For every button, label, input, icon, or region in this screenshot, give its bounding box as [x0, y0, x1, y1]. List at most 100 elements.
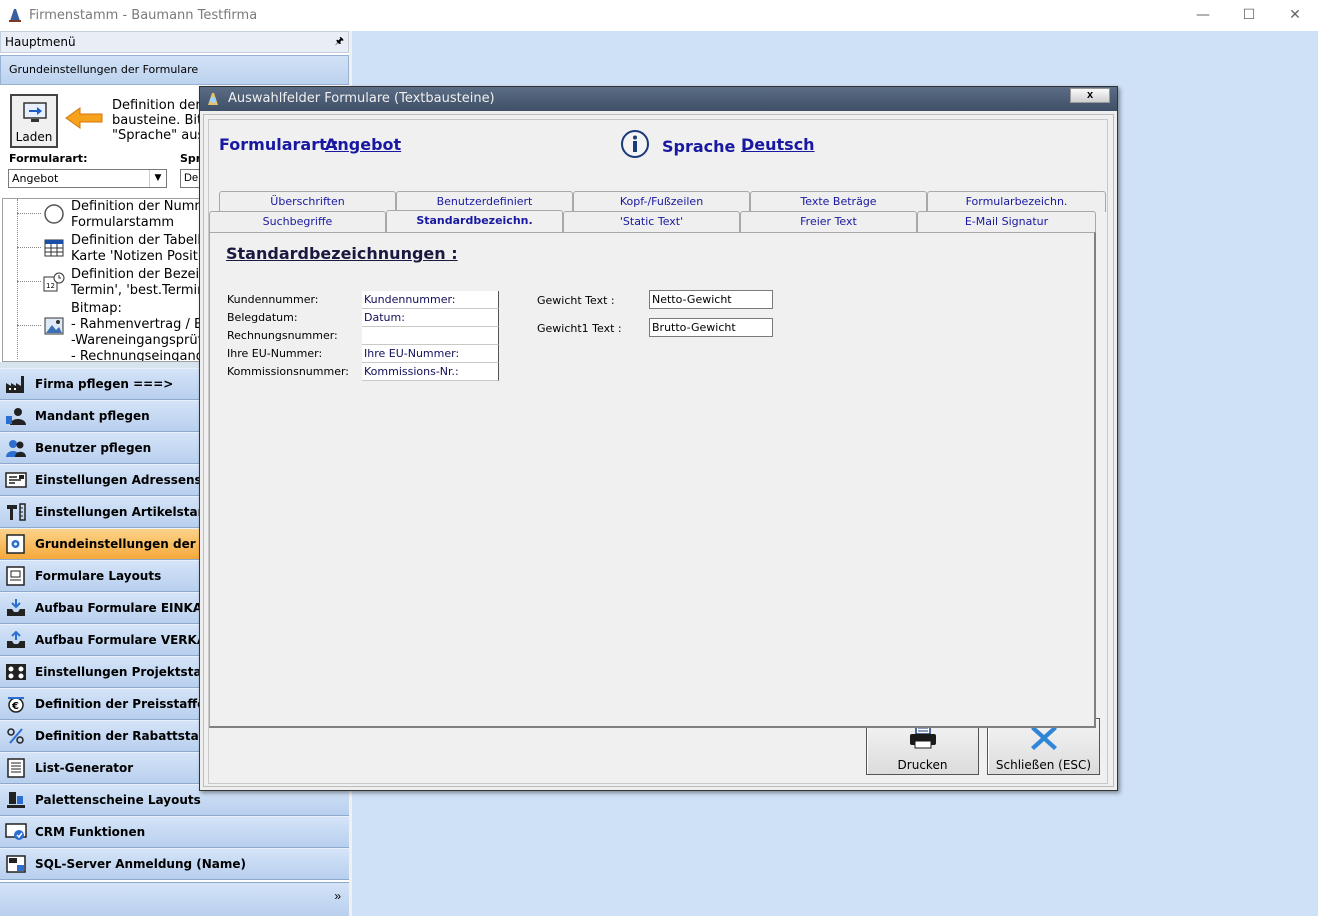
tab-freier-text[interactable]: Freier Text — [740, 211, 917, 232]
dialog-titlebar[interactable]: Auswahlfelder Formulare (Textbausteine) … — [200, 87, 1117, 111]
close-esc-button-label: Schließen (ESC) — [995, 758, 1092, 772]
grid-row: Kommissionsnummer: Kommissions-Nr.: — [227, 363, 500, 381]
tab-static-text[interactable]: 'Static Text' — [563, 211, 740, 232]
menu-item-label: Palettenscheine Layouts — [35, 793, 201, 807]
formularart-select[interactable]: Angebot ▼ — [8, 169, 167, 188]
tree-item-label: Bitmap: — [71, 301, 122, 316]
price-scale-icon: € — [8, 697, 24, 713]
list-icon — [7, 758, 25, 778]
grid-row-value[interactable]: Kommissions-Nr.: — [362, 363, 499, 381]
textbausteine-dialog: Auswahlfelder Formulare (Textbausteine) … — [199, 86, 1118, 791]
inbox-up-icon — [7, 630, 25, 648]
sidebar-header-title: Hauptmenü — [5, 35, 76, 49]
menu-item-label: Aufbau Formulare VERKAUF — [35, 633, 224, 647]
sidebar-subheader: Grundeinstellungen der Formulare — [0, 55, 349, 85]
grid-row: Belegdatum: Datum: — [227, 309, 500, 327]
tab-texte-betraege[interactable]: Texte Beträge — [750, 191, 927, 212]
tree-item-label: - Rechnungseingangs — [71, 349, 211, 362]
tab-email-signatur[interactable]: E-Mail Signatur — [917, 211, 1096, 232]
monitor-load-icon — [23, 102, 47, 122]
app-icon — [208, 93, 218, 105]
inbox-down-icon — [7, 599, 25, 616]
tree-item-label: Definition der Bezeich — [71, 267, 215, 282]
dialog-body: Formularart : Angebot Sprache : Deutsch … — [203, 114, 1114, 787]
tab-benutzerdefiniert[interactable]: Benutzerdefiniert — [396, 191, 573, 212]
crm-icon — [5, 823, 27, 840]
percent-icon — [7, 728, 24, 744]
maximize-button[interactable]: ☐ — [1226, 0, 1272, 31]
sprache-caption: Sprache : — [662, 137, 748, 156]
app-titlebar: Firmenstamm - Baumann Testfirma — ☐ ✕ — [0, 0, 1318, 31]
sidebar-header: Hauptmenü 🖈 — [0, 31, 349, 53]
grid-row: Ihre EU-Nummer: Ihre EU-Nummer: — [227, 345, 500, 363]
close-window-button[interactable]: ✕ — [1272, 0, 1318, 31]
menu-item-label: Mandant pflegen — [35, 409, 150, 423]
dialog-title: Auswahlfelder Formulare (Textbausteine) — [228, 91, 495, 106]
tree-item-label: Definition der Tabelle — [71, 233, 210, 248]
grid-row-value[interactable] — [362, 327, 499, 345]
grid-row-label: Rechnungsnummer: — [227, 329, 338, 342]
grid-row-label: Ihre EU-Nummer: — [227, 347, 323, 360]
menu-item-label: Einstellungen Artikelstamm — [35, 505, 223, 519]
menu-item-label: CRM Funktionen — [35, 825, 146, 839]
standardbezeichnungen-panel: Standardbezeichnungen : Kundennummer: Ku… — [209, 232, 1096, 728]
user-icon — [6, 408, 26, 425]
arrow-left-icon — [65, 107, 103, 129]
gewicht-input[interactable]: Netto-Gewicht — [649, 290, 773, 309]
circle-icon — [44, 204, 64, 224]
info-icon — [621, 130, 649, 158]
tree-item-label: Termin', 'best.Termin' — [71, 283, 209, 298]
users-icon — [6, 440, 26, 457]
grid-row-value[interactable]: Ihre EU-Nummer: — [362, 345, 499, 363]
server-icon — [6, 855, 26, 873]
tree-item-label: Karte 'Notizen Position — [71, 249, 218, 264]
menu-item-label: Einstellungen Projektstamm — [35, 665, 227, 679]
formularart-value: Angebot — [325, 135, 402, 154]
svg-text:€: € — [11, 701, 19, 712]
load-button[interactable]: Laden — [10, 94, 58, 148]
gewicht1-input[interactable]: Brutto-Gewicht — [649, 318, 773, 337]
grid-row-label: Kommissionsnummer: — [227, 365, 350, 378]
address-card-icon — [5, 472, 27, 488]
table-icon — [44, 239, 64, 257]
gewicht-label: Gewicht Text : — [537, 294, 615, 307]
tab-formularbezeichn[interactable]: Formularbezeichn. — [927, 191, 1106, 212]
dialog-close-button[interactable]: x — [1070, 88, 1110, 103]
tab-suchbegriffe[interactable]: Suchbegriffe — [209, 211, 386, 232]
minimize-button[interactable]: — — [1180, 0, 1226, 31]
menu-item-label: Benutzer pflegen — [35, 441, 152, 455]
project-icon — [6, 664, 26, 680]
chevron-right-icon[interactable]: » — [334, 889, 341, 903]
tree-item-label: Formularstamm — [71, 215, 175, 230]
menu-item-label: SQL-Server Anmeldung (Name) — [35, 857, 247, 871]
bezeichnungen-grid: Kundennummer: Kundennummer: Belegdatum: … — [227, 291, 500, 381]
app-logo-icon — [9, 9, 21, 22]
menu-item-label: Aufbau Formulare EINKAUF — [35, 601, 220, 615]
tree-item-label: - Rahmenvertrag / Be — [71, 317, 211, 332]
grid-row-value[interactable]: Kundennummer: — [362, 291, 499, 309]
layout-icon — [6, 566, 25, 586]
calendar-clock-icon: 12 — [43, 272, 65, 292]
formularart-select-value: Angebot — [12, 172, 59, 185]
print-button-label: Drucken — [897, 758, 948, 772]
form-gear-icon — [6, 534, 25, 554]
tree-item-label: -Wareneingangsprüfu — [71, 333, 211, 348]
menu-item-sql-server[interactable]: SQL-Server Anmeldung (Name) — [0, 848, 349, 880]
load-button-label: Laden — [15, 130, 53, 144]
grid-row-value[interactable]: Datum: — [362, 309, 499, 327]
tree-item-label: Definition der Numme — [71, 199, 216, 214]
picture-icon — [44, 317, 64, 335]
pallet-icon — [7, 792, 25, 808]
menu-item-label: Firma pflegen ===> — [35, 377, 174, 391]
formularart-caption: Formularart : — [219, 135, 339, 154]
sidebar-footer: » — [0, 882, 349, 916]
grid-row-label: Kundennummer: — [227, 293, 319, 306]
tab-standardbezeichn[interactable]: Standardbezeichn. — [386, 210, 563, 232]
menu-item-crm[interactable]: CRM Funktionen — [0, 816, 349, 848]
grid-row: Rechnungsnummer: — [227, 327, 500, 345]
pin-icon[interactable]: 🖈 — [335, 32, 344, 52]
tab-kopf-fusszeilen[interactable]: Kopf-/Fußzeilen — [573, 191, 750, 212]
gewicht1-label: Gewicht1 Text : — [537, 322, 622, 335]
chevron-down-icon[interactable]: ▼ — [149, 170, 166, 187]
tab-ueberschriften[interactable]: Überschriften — [219, 191, 396, 212]
